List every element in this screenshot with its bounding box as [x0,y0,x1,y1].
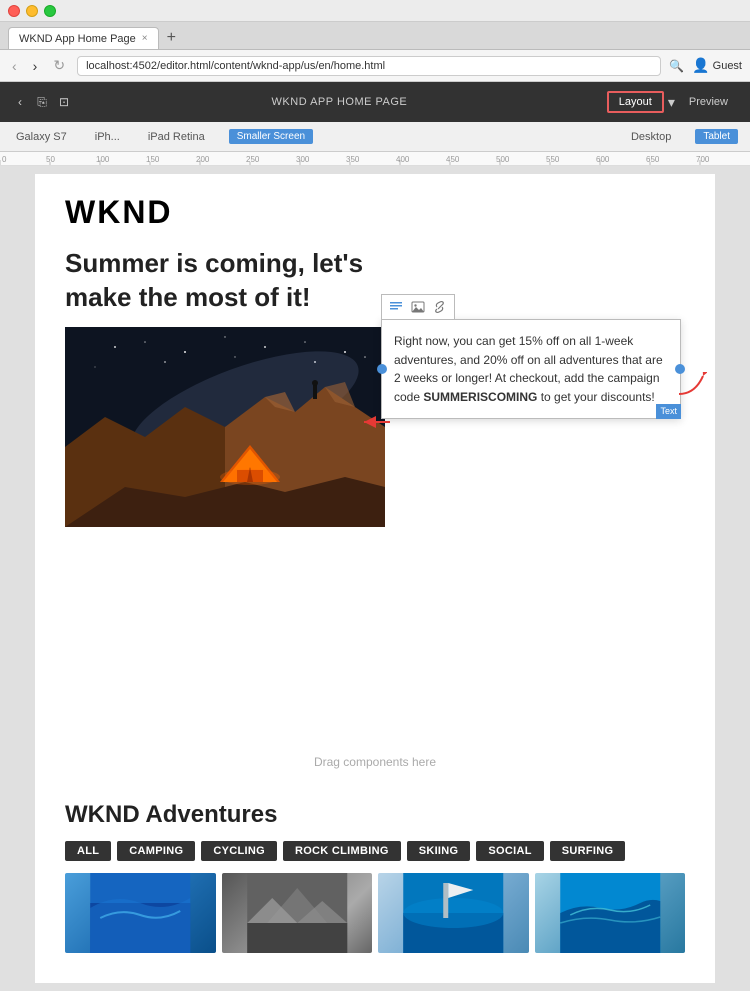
svg-text:450: 450 [446,155,460,164]
viewport-bar: Galaxy S7 iPh... iPad Retina Smaller Scr… [0,122,750,152]
ruler-marks: 0 50 100 150 200 250 300 350 400 450 [0,152,750,165]
page-canvas: WKND Summer is coming, let's make the mo… [0,166,750,991]
left-handle[interactable] [377,364,387,374]
address-input[interactable] [77,56,661,76]
callout-box[interactable]: Right now, you can get 15% off on all 1-… [381,319,681,419]
image-icon[interactable] [408,297,428,317]
wknd-logo: WKND [65,194,685,231]
address-bar: ‹ › ↻ 🔍 👤 Guest [0,50,750,82]
aem-left-icons: ‹ ⎘ ⊡ [12,94,72,110]
tag-cycling[interactable]: CYCLING [201,841,277,861]
browser-tab-active[interactable]: WKND App Home Page × [8,27,159,49]
thumb-2[interactable] [222,873,373,953]
tag-camping[interactable]: CAMPING [117,841,195,861]
svg-text:50: 50 [46,155,55,164]
monitor-icon[interactable]: ⎘ [34,94,50,110]
adventures-section: WKND Adventures ALL CAMPING CYCLING ROCK… [65,801,685,953]
right-arrow [675,372,707,401]
crop-icon[interactable]: ⊡ [56,94,72,110]
category-tags: ALL CAMPING CYCLING ROCK CLIMBING SKIING… [65,841,685,861]
forward-button[interactable]: › [29,56,42,76]
page-title: WKND APP HOME PAGE [272,96,408,108]
close-button[interactable] [8,5,20,17]
fullscreen-button[interactable] [44,5,56,17]
tag-skiing[interactable]: SKIING [407,841,471,861]
svg-text:250: 250 [246,155,260,164]
svg-text:100: 100 [96,155,110,164]
desktop-viewport[interactable]: Desktop [631,131,671,143]
back-nav-icon[interactable]: ‹ [12,94,28,110]
svg-text:550: 550 [546,155,560,164]
smaller-screen-highlight[interactable]: Smaller Screen [229,129,313,144]
user-icon: 👤 [692,57,709,74]
tablet-highlight[interactable]: Tablet [695,129,738,144]
svg-text:700: 700 [696,155,710,164]
svg-text:350: 350 [346,155,360,164]
svg-text:650: 650 [646,155,660,164]
link-icon[interactable] [430,297,450,317]
hero-image [65,327,385,527]
minimize-button[interactable] [26,5,38,17]
adventure-thumbnails [65,873,685,953]
adventures-title: WKND Adventures [65,801,685,829]
svg-text:0: 0 [2,155,7,164]
guest-label: Guest [713,60,742,72]
ipad-viewport[interactable]: iPad Retina [144,129,209,145]
tab-close-icon[interactable]: × [142,33,148,44]
left-arrow [360,412,392,437]
text-badge: Text [656,404,681,420]
iphone-viewport[interactable]: iPh... [91,129,124,145]
svg-text:600: 600 [596,155,610,164]
preview-button[interactable]: Preview [679,93,738,111]
page-content-area: WKND Summer is coming, let's make the mo… [35,174,715,983]
callout-text: Right now, you can get 15% off on all 1-… [394,332,668,406]
thumb-4[interactable] [535,873,686,953]
ruler: 0 50 100 150 200 250 300 350 400 450 [0,152,750,166]
hero-title: Summer is coming, let's make the most of… [65,247,405,315]
thumb-3[interactable] [378,873,529,953]
svg-text:300: 300 [296,155,310,164]
svg-text:500: 500 [496,155,510,164]
aem-toolbar: ‹ ⎘ ⊡ WKND APP HOME PAGE Layout ▾ Previe… [0,82,750,122]
layout-button[interactable]: Layout [607,91,664,113]
svg-text:150: 150 [146,155,160,164]
tag-surfing[interactable]: SURFING [550,841,626,861]
text-align-icon[interactable] [386,297,406,317]
svg-text:200: 200 [196,155,210,164]
search-icon: 🔍 [669,59,684,73]
aem-right-buttons: Layout ▾ Preview [607,91,738,113]
tab-title: WKND App Home Page [19,33,136,45]
callout-toolbar [381,294,455,319]
thumb-1[interactable] [65,873,216,953]
user-button[interactable]: 👤 Guest [692,57,742,74]
back-button[interactable]: ‹ [8,56,21,76]
galaxy-viewport[interactable]: Galaxy S7 [12,129,71,145]
tag-all[interactable]: ALL [65,841,111,861]
layout-dropdown-icon[interactable]: ▾ [668,94,675,111]
drag-area: Drag components here [65,747,685,777]
traffic-lights-bar [0,0,750,22]
refresh-button[interactable]: ↻ [49,55,69,76]
tag-social[interactable]: SOCIAL [476,841,543,861]
browser-tab-bar: WKND App Home Page × + [0,22,750,50]
svg-text:400: 400 [396,155,410,164]
tag-rock-climbing[interactable]: ROCK CLIMBING [283,841,401,861]
callout-code: SUMMERISCOMING [423,390,537,404]
new-tab-button[interactable]: + [159,27,184,49]
